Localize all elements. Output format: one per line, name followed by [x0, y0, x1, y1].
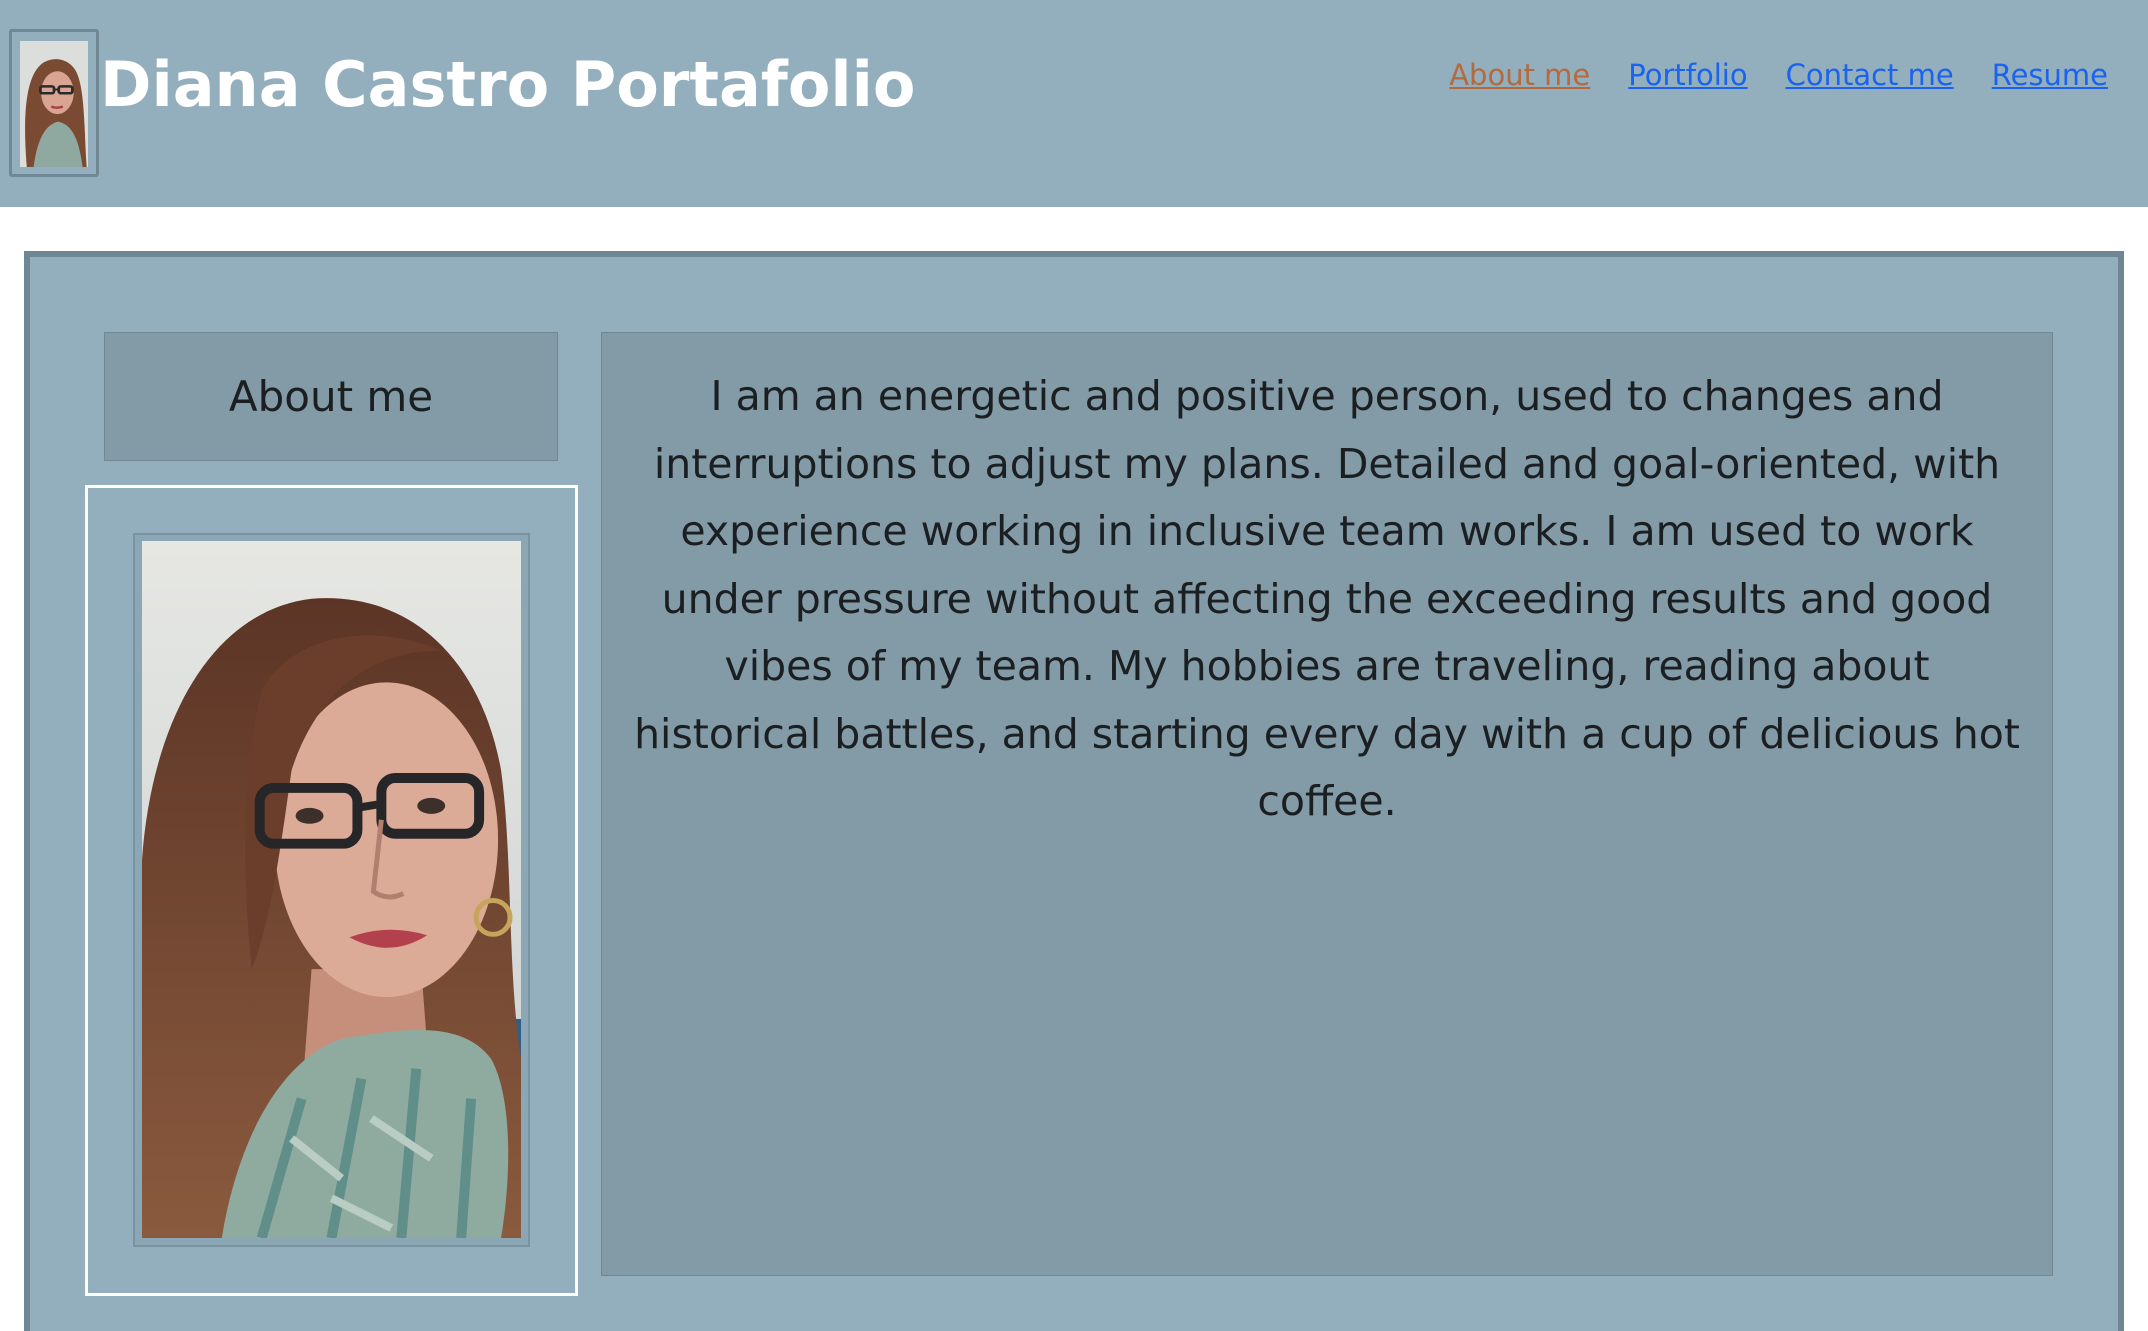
- nav-link-about-me[interactable]: About me: [1449, 54, 1590, 96]
- portrait-photo-icon: [142, 541, 521, 1238]
- site-title: Diana Castro Portafolio: [100, 48, 916, 121]
- about-description: I am an energetic and positive person, u…: [634, 372, 2020, 825]
- about-heading: About me: [104, 332, 558, 461]
- about-description-box: I am an energetic and positive person, u…: [601, 332, 2053, 1276]
- profile-photo-frame: [85, 485, 578, 1296]
- logo[interactable]: [9, 29, 99, 177]
- nav-link-resume[interactable]: Resume: [1992, 54, 2108, 96]
- site-header: Diana Castro Portafolio About me Portfol…: [0, 0, 2148, 207]
- about-section: About me I am an energetic and positive …: [24, 251, 2124, 1331]
- portrait-photo-icon: [20, 41, 88, 167]
- profile-photo-container: [133, 533, 530, 1247]
- nav-link-portfolio[interactable]: Portfolio: [1628, 54, 1747, 96]
- nav-link-contact-me[interactable]: Contact me: [1786, 54, 1954, 96]
- main-nav: About me Portfolio Contact me Resume: [1449, 54, 2108, 96]
